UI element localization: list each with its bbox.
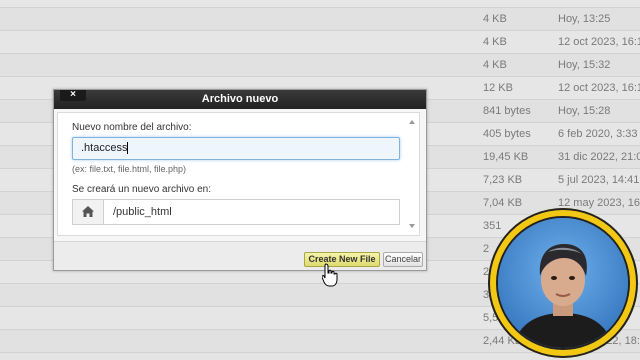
file-size: 4 KB [483,13,507,25]
file-size: 4 KB [483,36,507,48]
file-size: 7,04 KB [483,197,523,209]
pointer-cursor-icon [322,263,338,287]
dialog-header: × Archivo nuevo [54,90,426,109]
file-size: 7,23 KB [483,174,523,186]
presenter-photo [496,216,630,350]
presenter-video [488,208,638,358]
dialog-footer: Create New File Cancelar [54,241,426,270]
file-modified-date: 12 oct 2023, 16:1 [558,36,640,48]
text-caret [127,142,129,155]
new-file-dialog: × Archivo nuevo Nuevo nombre del archivo… [53,89,427,271]
close-icon[interactable]: × [60,90,86,101]
file-modified-date: Hoy, 15:32 [558,59,611,71]
file-name-label: Nuevo nombre del archivo: [72,122,192,133]
file-name-hint: (ex: file.txt, file.html, file.php) [72,164,187,174]
dialog-scrollbar[interactable] [406,114,418,234]
home-icon [73,200,104,224]
create-new-file-button[interactable]: Create New File [304,252,380,267]
table-row[interactable]: 4 KB Hoy, 15:32 [0,54,640,77]
file-modified-date: 5 jul 2023, 14:41 [558,174,640,186]
table-row[interactable] [0,0,640,8]
scroll-up-icon[interactable] [409,120,415,124]
file-size: 405 bytes [483,128,531,140]
destination-label: Se creará un nuevo archivo en: [72,184,211,195]
file-modified-date: 12 oct 2023, 16:1 [558,82,640,94]
file-size: 351 [483,220,502,232]
cancel-button[interactable]: Cancelar [383,252,423,267]
table-row[interactable]: 4 KB Hoy, 13:25 [0,8,640,31]
destination-field[interactable]: /public_html [72,199,400,225]
file-modified-date: 12 may 2023, 16:1 [558,197,640,209]
dialog-title: Archivo nuevo [201,93,279,105]
file-size: 19,45 KB [483,151,529,163]
file-modified-date: 6 feb 2020, 3:33 [558,128,638,140]
file-size: 4 KB [483,59,507,71]
file-size: 12 KB [483,82,513,94]
table-row[interactable]: 4 KB 12 oct 2023, 16:1 [0,31,640,54]
scroll-down-icon[interactable] [409,224,415,228]
file-modified-date: 31 dic 2022, 21:0 [558,151,640,163]
file-size: 2 [483,243,490,255]
file-name-input[interactable]: .htaccess [72,137,400,160]
file-name-value: .htaccess [81,142,128,154]
file-modified-date: Hoy, 13:25 [558,13,611,25]
file-size: 841 bytes [483,105,531,117]
file-modified-date: Hoy, 15:28 [558,105,611,117]
dialog-body: Nuevo nombre del archivo: .htaccess (ex:… [57,112,420,236]
destination-value: /public_html [113,206,172,218]
